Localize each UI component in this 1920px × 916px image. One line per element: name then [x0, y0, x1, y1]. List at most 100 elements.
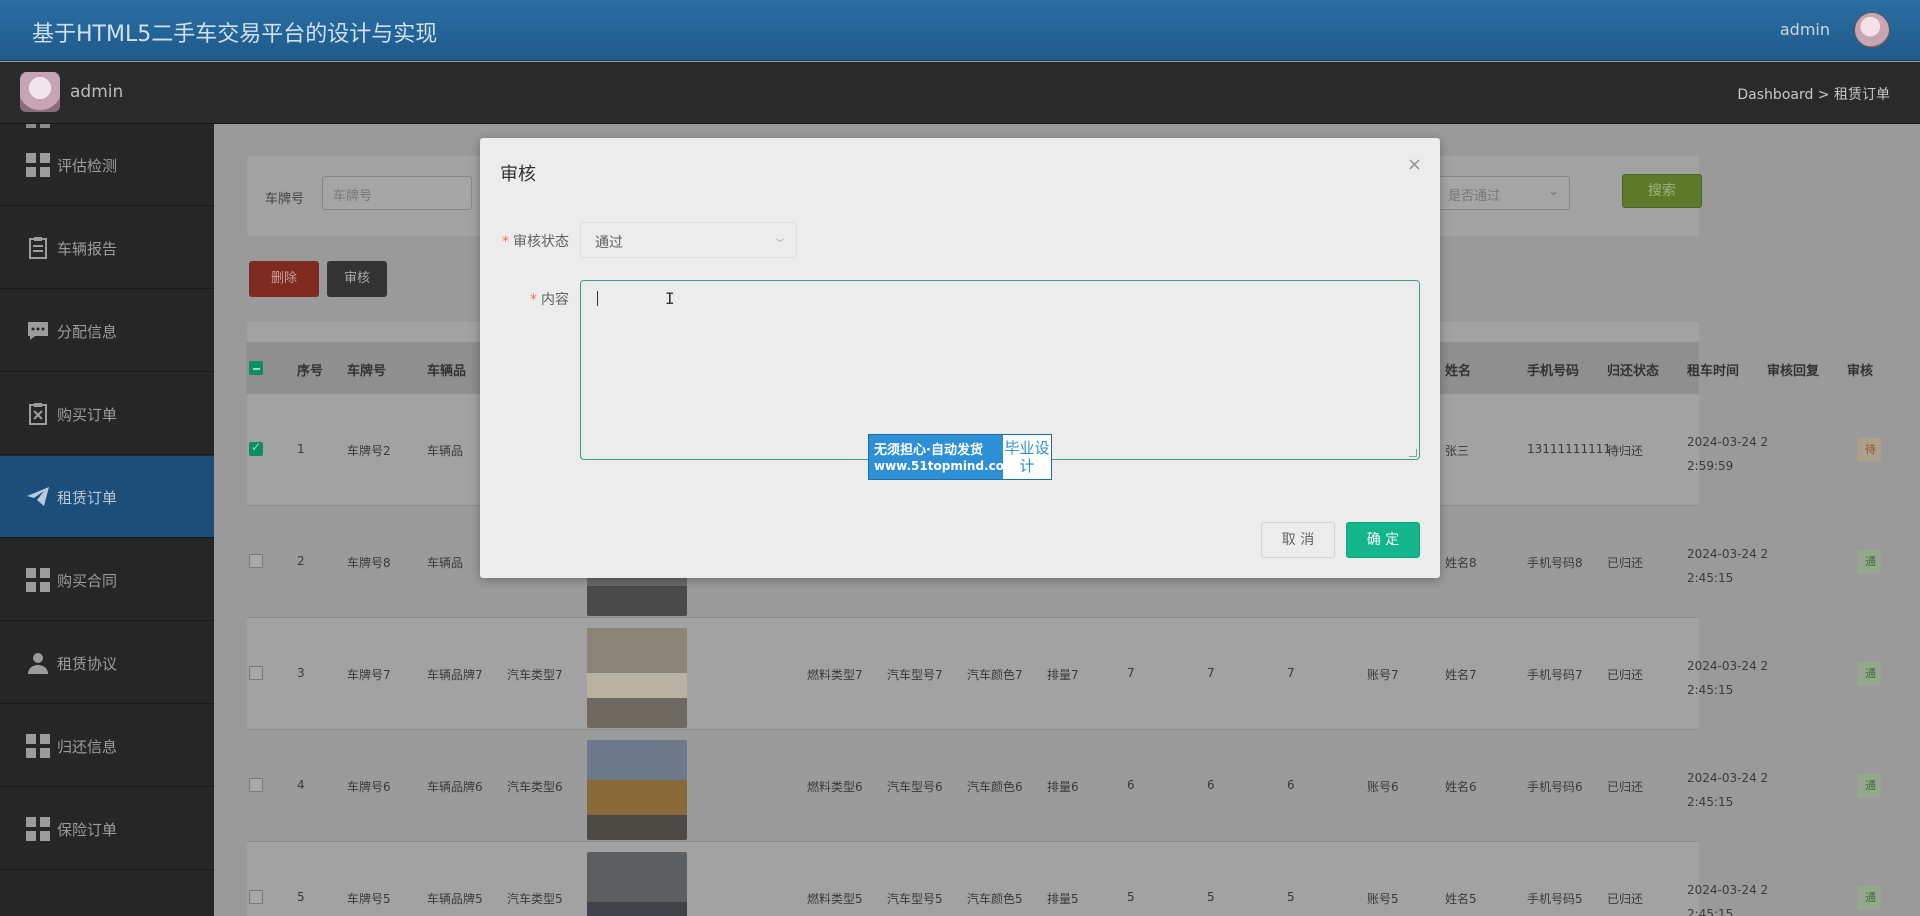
audit-dialog: 审核 × * 审核状态 通过 ⌄ * 内容 I 取 消 确 定	[480, 138, 1440, 578]
sidebar: 评估检测 车辆报告 分配信息 购买订单 租赁订单 购买合同 租赁协议 归还信息 …	[0, 124, 214, 916]
cell-brand: 车辆品牌7	[427, 668, 483, 682]
sidebar-item-label: 分配信息	[57, 323, 118, 341]
plate-search-input[interactable]: 车牌号	[322, 176, 472, 210]
audit-status-badge: 通	[1857, 774, 1881, 798]
sidebar-item-vehicle-report[interactable]: 车辆报告	[0, 207, 214, 289]
chevron-down-icon: ⌄	[1548, 184, 1559, 199]
sidebar-username: admin	[70, 82, 124, 102]
cell-plate: 车牌号2	[347, 444, 391, 458]
cell-no: 1	[297, 442, 305, 456]
cell-brand: 车辆品牌6	[427, 780, 483, 794]
sidebar-avatar	[20, 72, 60, 112]
car-thumbnail[interactable]	[587, 740, 687, 840]
cell-color: 汽车颜色5	[967, 892, 1023, 906]
cell-n2: 6	[1207, 778, 1215, 792]
cell-ret: 待归还	[1607, 444, 1644, 458]
status-label: * 审核状态	[502, 234, 569, 250]
sub-header: admin Dashboard > 租赁订单	[0, 62, 1920, 124]
audit-status-badge: 通	[1857, 662, 1881, 686]
pass-status-select[interactable]: 是否通过 ⌄	[1437, 176, 1570, 210]
cell-n3: 6	[1287, 778, 1295, 792]
cell-name: 姓名5	[1445, 892, 1477, 906]
search-button[interactable]: 搜索	[1622, 174, 1702, 208]
close-icon[interactable]: ×	[1407, 154, 1422, 175]
cell-acct: 账号6	[1367, 780, 1399, 794]
car-thumbnail[interactable]	[587, 628, 687, 728]
sidebar-item-label: 保险订单	[57, 821, 118, 839]
table-row[interactable]: 5 车牌号5 车辆品牌5 汽车类型5 燃料类型5 汽车型号5 汽车颜色5 排量5 5 5 5 账号5 姓…	[247, 842, 1881, 916]
select-all-checkbox[interactable]	[249, 361, 263, 375]
audit-status-badge: 通	[1857, 886, 1881, 910]
sidebar-item-purchase-orders[interactable]: 购买订单	[0, 373, 214, 455]
dialog-title: 审核	[500, 164, 536, 185]
watermark-badge: 无须担心·自动发货 www.51topmind.com 毕业设计	[868, 434, 1052, 480]
cell-disp: 排量5	[1047, 892, 1079, 906]
cell-n1: 6	[1127, 778, 1135, 792]
table-row[interactable]: 4 车牌号6 车辆品牌6 汽车类型6 燃料类型6 汽车型号6 汽车颜色6 排量6 6 6 6 账号6 姓…	[247, 730, 1881, 842]
confirm-button[interactable]: 确 定	[1346, 522, 1420, 558]
table-row[interactable]: 3 车牌号7 车辆品牌7 汽车类型7 燃料类型7 汽车型号7 汽车颜色7 排量7 7 7 7 账号7 姓…	[247, 618, 1881, 730]
header-audit-reply[interactable]: 审核回复	[1767, 360, 1819, 379]
row-checkbox[interactable]	[249, 890, 263, 904]
header-brand[interactable]: 车辆品	[427, 360, 466, 379]
header-rent-time[interactable]: 租车时间	[1687, 360, 1739, 379]
header-plate[interactable]: 车牌号	[347, 360, 386, 379]
cell-color: 汽车颜色6	[967, 780, 1023, 794]
cell-ret: 已归还	[1607, 780, 1644, 794]
row-checkbox[interactable]	[249, 440, 263, 456]
header-return-status[interactable]: 归还状态	[1607, 360, 1659, 379]
select-value: 是否通过	[1448, 189, 1501, 204]
watermark-tag: 毕业设计	[1003, 435, 1051, 479]
sidebar-item-purchase-contract[interactable]: 购买合同	[0, 539, 214, 621]
cell-fuel: 燃料类型7	[807, 668, 863, 682]
audit-status-badge: 待	[1857, 438, 1881, 462]
content-textarea[interactable]: I	[580, 280, 1420, 460]
cell-n1: 7	[1127, 666, 1135, 680]
user-icon	[28, 653, 48, 674]
sidebar-item-rental-agreement[interactable]: 租赁协议	[0, 622, 214, 704]
audit-status-badge: 通	[1857, 550, 1881, 574]
sidebar-item-label: 归还信息	[57, 738, 118, 756]
grid-icon	[26, 734, 50, 758]
sidebar-item-return-info[interactable]: 归还信息	[0, 705, 214, 787]
header-name[interactable]: 姓名	[1445, 360, 1471, 379]
cell-n3: 7	[1287, 666, 1295, 680]
sidebar-item-allocation[interactable]: 分配信息	[0, 290, 214, 372]
cell-disp: 排量6	[1047, 780, 1079, 794]
cell-fuel: 燃料类型5	[807, 892, 863, 906]
clipboard-icon	[29, 237, 47, 259]
audit-button[interactable]: 审核	[327, 261, 387, 297]
cell-brand: 车辆品牌5	[427, 892, 483, 906]
sidebar-item-rental-orders[interactable]: 租赁订单	[0, 456, 214, 538]
watermark-line1: 无须担心·自动发货	[874, 443, 983, 458]
cancel-button[interactable]: 取 消	[1261, 522, 1335, 558]
resize-handle[interactable]	[1409, 449, 1417, 457]
search-label: 车牌号	[265, 192, 305, 207]
cell-phone: 手机号码8	[1527, 556, 1583, 570]
audit-status-select[interactable]: 通过 ⌄	[580, 222, 797, 258]
cell-name: 姓名8	[1445, 556, 1477, 570]
car-thumbnail[interactable]	[587, 852, 687, 916]
app-title: 基于HTML5二手车交易平台的设计与实现	[32, 22, 438, 47]
header-audit[interactable]: 审核	[1847, 360, 1873, 379]
text-caret	[597, 291, 598, 306]
sidebar-item-evaluation[interactable]: 评估检测	[0, 124, 214, 206]
delete-button[interactable]: 删除	[249, 261, 319, 297]
cell-n1: 5	[1127, 890, 1135, 904]
cell-acct: 账号5	[1367, 892, 1399, 906]
header-phone[interactable]: 手机号码	[1527, 360, 1579, 379]
row-checkbox[interactable]	[249, 666, 263, 680]
sidebar-item-label: 车辆报告	[57, 240, 118, 258]
cell-brand: 车辆品	[427, 444, 464, 458]
ibeam-cursor-icon: I	[665, 289, 675, 308]
grid-icon	[26, 568, 50, 592]
row-checkbox[interactable]	[249, 778, 263, 792]
cell-acct: 账号7	[1367, 668, 1399, 682]
sidebar-item-insurance-orders[interactable]: 保险订单	[0, 788, 214, 870]
header-avatar[interactable]	[1854, 12, 1890, 48]
row-checkbox[interactable]	[249, 554, 263, 568]
cell-ret: 已归还	[1607, 556, 1644, 570]
sidebar-item-label: 租赁订单	[57, 489, 118, 507]
cell-no: 4	[297, 778, 305, 792]
header-username[interactable]: admin	[1780, 20, 1830, 39]
